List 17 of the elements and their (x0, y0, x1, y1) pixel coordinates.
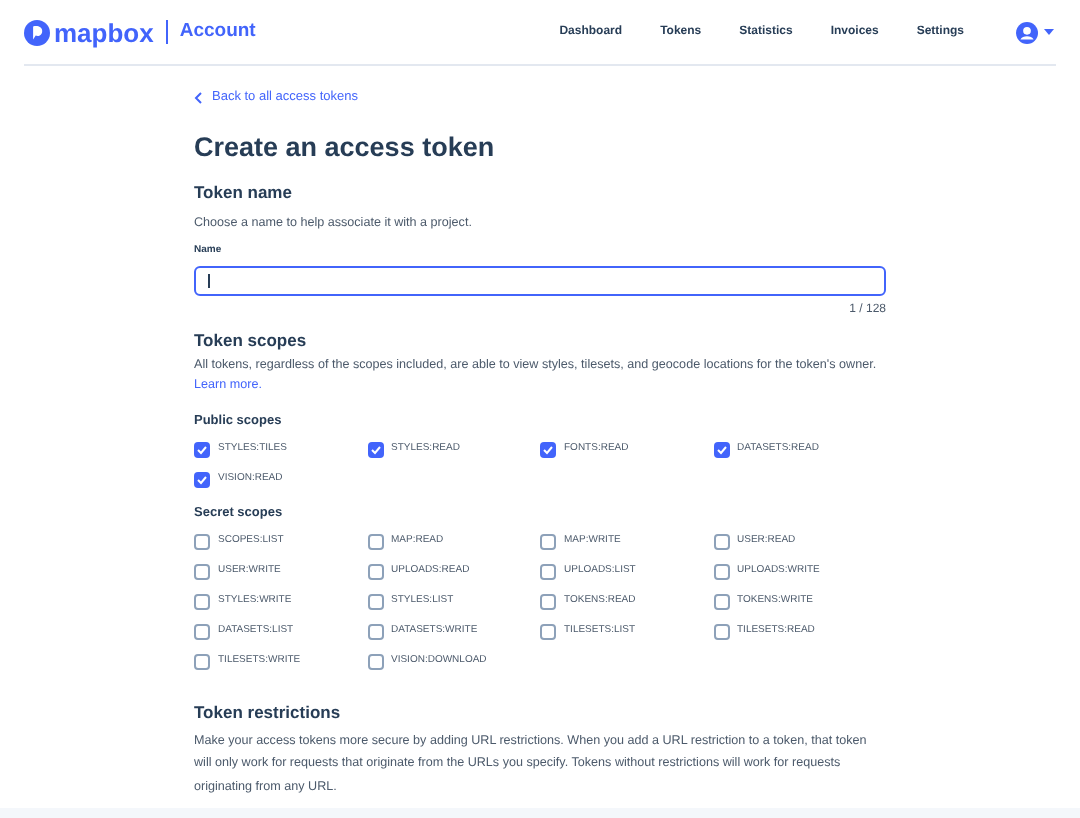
section-heading: Token scopes (194, 331, 309, 349)
chevron-left-icon (194, 91, 202, 104)
name-input-field[interactable] (194, 265, 886, 296)
page-title: Create an access token (194, 133, 497, 161)
checkmark-icon (542, 444, 554, 457)
caret-icon (1044, 28, 1054, 36)
checkmark-icon (369, 444, 381, 457)
checkmark-icon (196, 444, 208, 457)
section-heading: Token name (194, 184, 294, 202)
avatar-icon (1016, 21, 1038, 43)
section-heading: Token restrictions (194, 704, 343, 722)
account-menu[interactable] (1016, 21, 1054, 43)
checkmark-icon (715, 444, 727, 457)
brand-name: mapbox (54, 19, 154, 45)
logo-icon (24, 19, 50, 45)
checkmark-icon (196, 474, 208, 487)
section-title: Account (179, 17, 256, 46)
